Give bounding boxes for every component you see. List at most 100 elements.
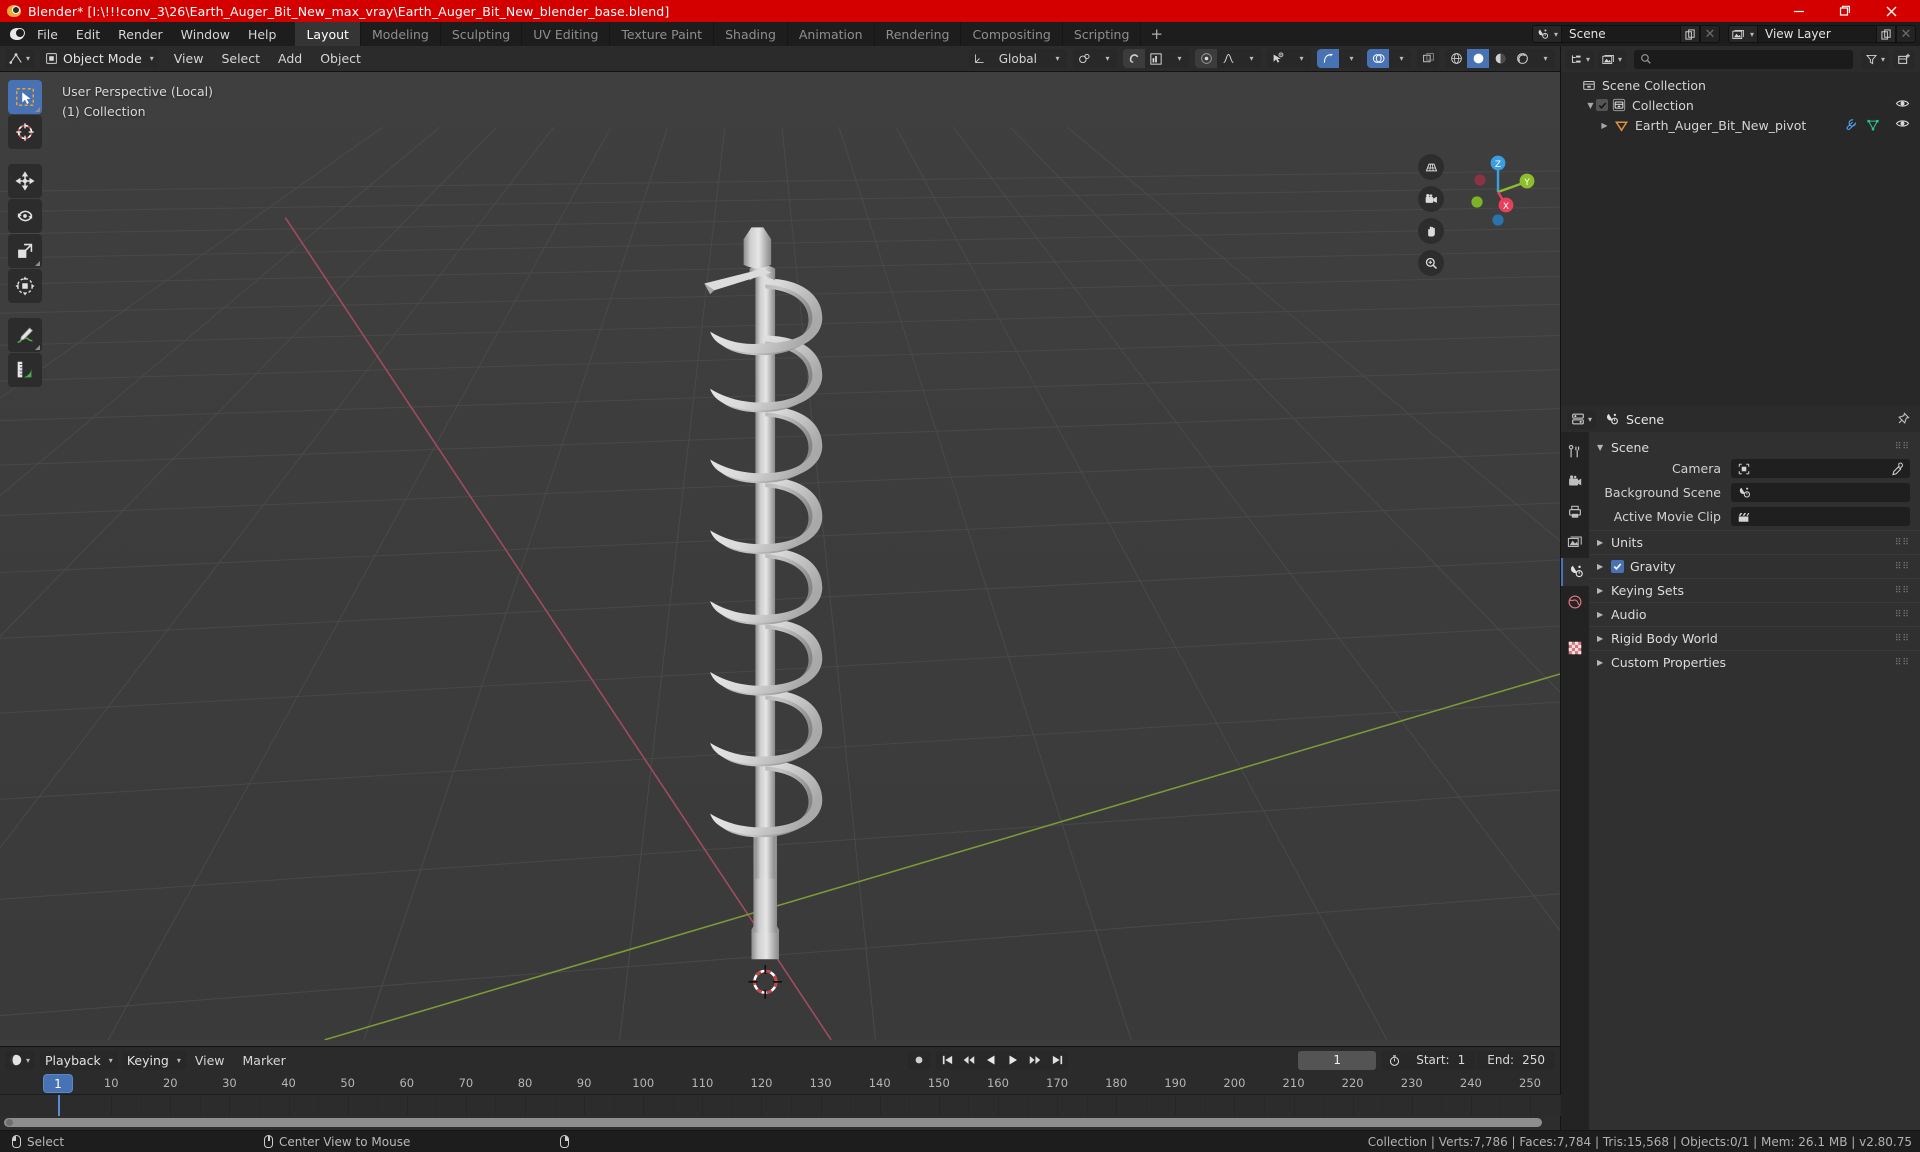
panel-drag-handle[interactable]: ⠿⠿ (1895, 562, 1910, 572)
prev-keyframe-icon[interactable] (958, 1050, 981, 1070)
record-icon[interactable] (908, 1050, 931, 1070)
new-viewlayer-button[interactable] (1876, 25, 1896, 43)
filter-icon[interactable]: ▾ (1860, 49, 1889, 69)
wireframe-shading-icon[interactable] (1445, 49, 1467, 68)
scene-name[interactable]: Scene (1562, 25, 1680, 43)
grid-toggle-icon[interactable] (1418, 154, 1444, 180)
remove-scene-button[interactable]: ✕ (1700, 25, 1720, 43)
panel-drag-handle[interactable]: ⠿⠿ (1895, 634, 1910, 644)
timeline-keyframe-area[interactable] (0, 1095, 1561, 1116)
close-icon[interactable] (1868, 0, 1914, 22)
next-keyframe-icon[interactable] (1024, 1050, 1047, 1070)
output-tab[interactable] (1561, 498, 1589, 526)
timeline-menu-marker[interactable]: Marker (234, 1051, 295, 1070)
tab-shading[interactable]: Shading (714, 22, 788, 46)
proportional-editing-controls[interactable]: ▾ (1195, 49, 1261, 68)
tab-layout[interactable]: Layout (295, 22, 361, 46)
gravity-section[interactable]: ▶ Gravity ⠿⠿ (1589, 554, 1920, 578)
chevron-right-icon[interactable]: ▶ (1597, 562, 1611, 571)
magnet-icon[interactable] (1123, 49, 1145, 68)
start-frame-field[interactable]: Start: 1 (1406, 1050, 1476, 1070)
timeline-menu-view[interactable]: View (186, 1051, 234, 1070)
falloff-icon[interactable] (1217, 49, 1239, 68)
tab-rendering[interactable]: Rendering (875, 22, 962, 46)
snap-chevron-down-icon[interactable]: ▾ (1167, 49, 1189, 68)
pivot-icon[interactable] (1073, 49, 1095, 68)
gizmo-chevron-down-icon[interactable]: ▾ (1339, 49, 1361, 68)
tool-tab[interactable] (1561, 438, 1589, 466)
playback-controls[interactable] (936, 1050, 1069, 1070)
editor-type-selector[interactable]: ▾ (5, 49, 35, 68)
transform-orientation-selector[interactable]: Global ▾ (968, 49, 1067, 68)
panel-drag-handle[interactable]: ⠿⠿ (1895, 586, 1910, 596)
timeline-playhead[interactable]: 1 (43, 1074, 73, 1093)
3d-viewport[interactable]: User Perspective (Local) (1) Collection (0, 72, 1560, 1046)
pan-view-icon[interactable] (1418, 218, 1444, 244)
keying-sets-section[interactable]: ▶ Keying Sets ⠿⠿ (1589, 578, 1920, 602)
units-section[interactable]: ▶ Units ⠿⠿ (1589, 530, 1920, 554)
pin-icon[interactable] (1896, 412, 1910, 426)
viewport-menu-view[interactable]: View (165, 49, 213, 68)
chevron-right-icon[interactable]: ▶ (1599, 121, 1610, 130)
use-preview-range-icon[interactable] (1382, 1050, 1407, 1070)
solid-shading-icon[interactable] (1467, 49, 1489, 68)
timeline-horizontal-scrollbar[interactable] (4, 1118, 1542, 1127)
chevron-down-icon[interactable]: ▼ (1585, 101, 1596, 110)
tab-texture-paint[interactable]: Texture Paint (610, 22, 715, 46)
menu-help[interactable]: Help (239, 22, 286, 46)
cursor-tool[interactable] (8, 115, 42, 149)
menu-window[interactable]: Window (172, 22, 239, 46)
tab-modeling[interactable]: Modeling (361, 22, 441, 46)
outliner-row-collection[interactable]: ▼ Collection (1561, 95, 1920, 115)
jump-end-icon[interactable] (1046, 1050, 1069, 1070)
world-tab[interactable] (1561, 588, 1589, 616)
select-box-tool[interactable] (8, 80, 42, 114)
audio-section[interactable]: ▶ Audio ⠿⠿ (1589, 602, 1920, 626)
chevron-right-icon[interactable]: ▶ (1597, 634, 1611, 643)
move-tool[interactable] (8, 164, 42, 198)
overlay-chevron-down-icon[interactable]: ▾ (1389, 49, 1411, 68)
orientation-chevron-down-icon[interactable]: ▾ (1045, 49, 1067, 68)
texture-tab[interactable] (1561, 634, 1589, 662)
gravity-checkbox[interactable] (1611, 560, 1624, 573)
timeline-editor-type[interactable]: ▾ (5, 1050, 35, 1070)
panel-drag-handle[interactable]: ⠿⠿ (1895, 442, 1910, 452)
panel-drag-handle[interactable]: ⠿⠿ (1895, 610, 1910, 620)
auto-keying-toggle[interactable] (908, 1050, 931, 1070)
outliner-display-mode[interactable]: ▾ (1598, 49, 1627, 69)
editor-type-icon[interactable]: ▾ (5, 49, 35, 68)
panel-drag-handle[interactable]: ⠿⠿ (1895, 658, 1910, 668)
chevron-right-icon[interactable]: ▶ (1597, 586, 1611, 595)
pivot-chevron-down-icon[interactable]: ▾ (1095, 49, 1117, 68)
camera-field[interactable] (1731, 459, 1910, 478)
modifier-icon[interactable] (1844, 118, 1858, 132)
menu-file[interactable]: File (28, 22, 67, 46)
tab-animation[interactable]: Animation (788, 22, 875, 46)
viewport-menu-object[interactable]: Object (311, 49, 370, 68)
visibility-selector[interactable]: ▾ (1267, 49, 1311, 68)
end-frame-field[interactable]: End: 250 (1477, 1050, 1555, 1070)
custom-properties-section[interactable]: ▶ Custom Properties ⠿⠿ (1589, 650, 1920, 674)
pivot-point-selector[interactable]: ▾ (1073, 49, 1117, 68)
chevron-right-icon[interactable]: ▶ (1597, 538, 1611, 547)
rigid-body-world-section[interactable]: ▶ Rigid Body World ⠿⠿ (1589, 626, 1920, 650)
timeline-menu-playback[interactable]: Playback ▾ (40, 1050, 118, 1070)
show-overlays-icon[interactable] (1367, 49, 1389, 68)
viewlayer-display-icon[interactable]: ▾ (1598, 49, 1627, 69)
tab-sculpting[interactable]: Sculpting (441, 22, 523, 46)
eye-icon[interactable] (1895, 116, 1910, 134)
xray-icon[interactable] (1417, 49, 1439, 68)
mesh-data-icon[interactable] (1866, 118, 1880, 132)
chevron-right-icon[interactable]: ▶ (1597, 658, 1611, 667)
rotate-tool[interactable] (8, 199, 42, 233)
measure-tool[interactable] (8, 353, 42, 387)
tab-scripting[interactable]: Scripting (1063, 22, 1142, 46)
viewlayer-tab[interactable] (1561, 528, 1589, 556)
shading-chevron-down-icon[interactable]: ▾ (1533, 49, 1555, 68)
viewport-menu-add[interactable]: Add (269, 49, 311, 68)
orientation-label[interactable]: Global (990, 49, 1045, 68)
transform-tool[interactable] (8, 269, 42, 303)
outliner-row-earth-auger-bit-new-pivot[interactable]: ▶ Earth_Auger_Bit_New_pivot (1561, 115, 1920, 135)
scale-tool[interactable] (8, 234, 42, 268)
panel-drag-handle[interactable]: ⠿⠿ (1895, 538, 1910, 548)
